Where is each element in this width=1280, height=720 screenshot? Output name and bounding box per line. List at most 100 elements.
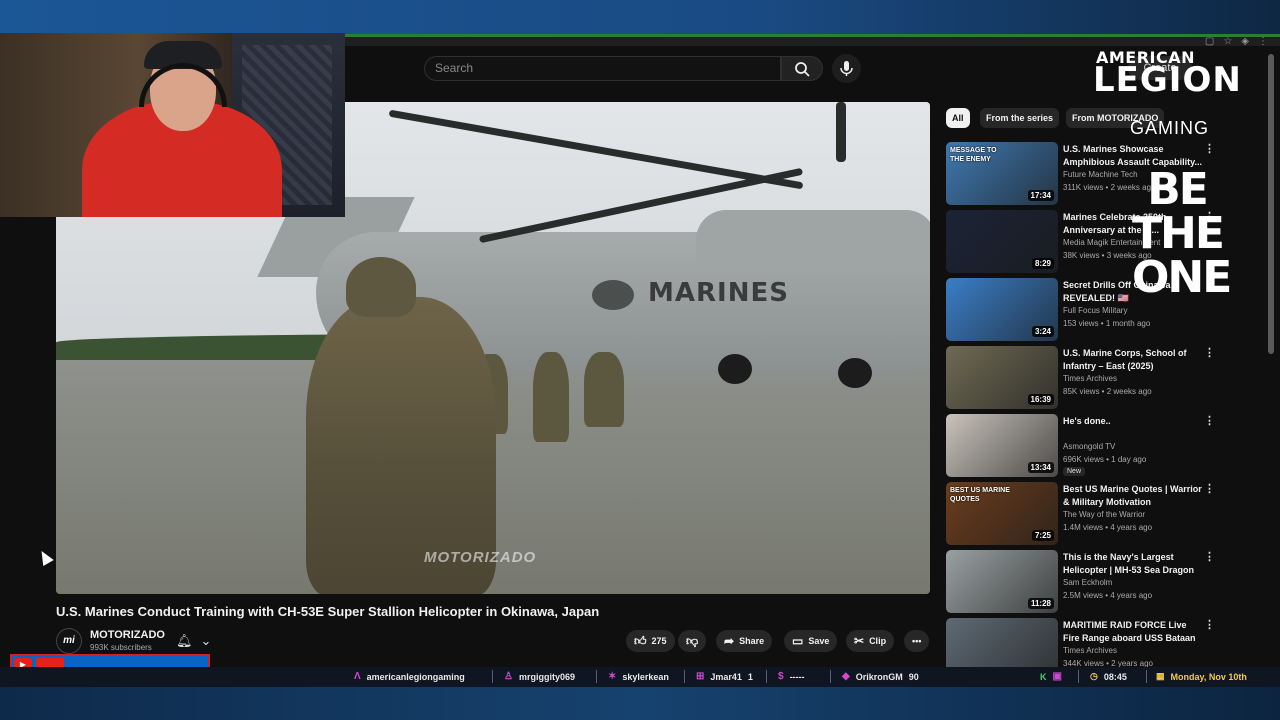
video-thumbnail[interactable] — [946, 618, 1058, 667]
recommendation-channel[interactable]: Sam Eckholm — [1063, 578, 1112, 587]
video-duration: 11:28 — [1027, 598, 1054, 609]
rotor-mast — [836, 102, 846, 162]
recommendation-title[interactable]: MARITIME RAID FORCE Live Fire Range aboa… — [1063, 619, 1203, 645]
tagline-line: THE — [1132, 208, 1225, 259]
recommendation-meta: 153 views • 1 month ago — [1063, 319, 1151, 328]
dislike-icon: 👎︎ — [686, 633, 699, 648]
kebab-icon[interactable]: ⋮ — [1204, 346, 1215, 359]
kebab-icon[interactable]: ⋮ — [1204, 414, 1215, 427]
kebab-icon[interactable]: ⋮ — [1204, 482, 1215, 495]
streambar-follower: ♙ mrgiggity069 — [504, 671, 575, 682]
recommendation-channel[interactable]: Future Machine Tech — [1063, 170, 1138, 179]
video-thumbnail[interactable]: 16:39 — [946, 346, 1058, 409]
recommendation-item[interactable]: MARITIME RAID FORCE Live Fire Range aboa… — [946, 618, 1216, 667]
recommendation-item[interactable]: 16:39 U.S. Marine Corps, School of Infant… — [946, 346, 1216, 410]
video-thumbnail[interactable]: MESSAGE TO THE ENEMY 17:34 — [946, 142, 1058, 205]
kebab-icon[interactable]: ⋮ — [1204, 142, 1215, 155]
save-button[interactable]: ▭ Save — [784, 630, 838, 652]
menu-icon[interactable]: ⋮ — [1258, 36, 1268, 47]
dollar-icon: $ — [778, 671, 784, 682]
video-duration: 17:34 — [1027, 190, 1054, 201]
video-thumbnail[interactable]: 11:28 — [946, 550, 1058, 613]
streambar-cheer-count: 90 — [908, 671, 919, 682]
brand-logo-sub: GAMING — [1130, 118, 1210, 138]
video-thumbnail[interactable]: 3:24 — [946, 278, 1058, 341]
bits-icon: ◆ — [842, 671, 850, 682]
recommendation-channel[interactable]: The Way of the Warrior — [1063, 510, 1145, 519]
video-watermark: MOTORIZADO — [424, 549, 537, 566]
tagline-line: BE — [1147, 164, 1209, 215]
streambar-divider — [684, 670, 685, 683]
share-label: Share — [739, 636, 765, 646]
notification-button[interactable]: 🔔︎ ⌄ — [176, 630, 222, 652]
recommendation-title[interactable]: Best US Marine Quotes | Warrior & Milita… — [1063, 483, 1203, 509]
streambar-divider — [766, 670, 767, 683]
recommendation-channel[interactable]: Full Focus Military — [1063, 306, 1127, 315]
roundel-marking — [592, 280, 634, 310]
sidebar-scrollbar[interactable] — [1268, 54, 1274, 354]
recommendation-channel[interactable]: Times Archives — [1063, 374, 1117, 383]
streambar-divider — [1146, 670, 1147, 683]
recommendation-title[interactable]: U.S. Marine Corps, School of Infantry – … — [1063, 347, 1203, 373]
streambar-date: ▦ Monday, Nov 10th — [1156, 671, 1247, 682]
channel-name[interactable]: MOTORIZADO — [90, 629, 165, 641]
helicopter-marking: MARINES — [648, 278, 789, 308]
video-duration: 13:34 — [1027, 462, 1054, 473]
video-duration: 7:25 — [1031, 530, 1054, 541]
bell-icon: 🔔︎ — [176, 633, 193, 648]
save-label: Save — [808, 636, 830, 646]
recommendation-item[interactable]: 13:34 He's done.. Asmongold TV 696K views •… — [946, 414, 1216, 478]
bookmark-icon[interactable]: ☆ — [1223, 36, 1232, 47]
video-thumbnail[interactable]: BEST US MARINE QUOTES 7:25 — [946, 482, 1058, 545]
streambar-divider — [596, 670, 597, 683]
recommendation-channel[interactable]: Times Archives — [1063, 646, 1117, 655]
recommendation-channel[interactable]: Asmongold TV — [1063, 442, 1115, 451]
recommendation-meta: 696K views • 1 day ago — [1063, 455, 1147, 464]
webcam-overlay — [0, 33, 345, 217]
search-button[interactable] — [781, 56, 823, 81]
mic-icon — [840, 61, 853, 76]
stream-background-top — [0, 0, 1280, 34]
voice-search-button[interactable] — [832, 54, 861, 83]
recommendation-meta: 1.4M views • 4 years ago — [1063, 523, 1153, 532]
kick-icon: K — [1040, 671, 1047, 682]
recommendation-meta: 85K views • 2 weeks ago — [1063, 387, 1152, 396]
streambar-channel: Ʌ americanlegiongaming — [354, 671, 465, 682]
share-button[interactable]: ➦ Share — [716, 630, 773, 652]
clock-icon: ◷ — [1090, 671, 1098, 681]
recommendation-item[interactable]: BEST US MARINE QUOTES 7:25 Best US Marine … — [946, 482, 1216, 546]
channel-avatar[interactable]: mi — [56, 628, 82, 654]
more-actions-button[interactable]: ••• — [904, 630, 930, 652]
video-thumbnail[interactable]: 8:29 — [946, 210, 1058, 273]
streambar-donation-value: ----- — [789, 671, 805, 682]
browser-toolbar-icons: ▢ ☆ ◈ ⋮ — [1205, 36, 1268, 47]
like-button[interactable]: 👍︎ 275 — [626, 630, 675, 652]
share-icon: ➦ — [724, 634, 735, 648]
landing-wheel — [718, 354, 752, 384]
filter-chip-all[interactable]: All — [946, 108, 970, 128]
kebab-icon[interactable]: ⋮ — [1204, 550, 1215, 563]
search-input[interactable]: Search — [424, 56, 781, 81]
recommendation-meta: 344K views • 2 years ago — [1063, 659, 1153, 667]
recommendation-title[interactable]: He's done.. — [1063, 415, 1203, 428]
dislike-button[interactable]: 👎︎ — [678, 630, 707, 652]
recommendation-title[interactable]: This is the Navy's Largest Helicopter | … — [1063, 551, 1203, 577]
save-icon: ▭ — [792, 634, 804, 648]
streambar-platform-icons: K ▣ — [1040, 671, 1062, 682]
user-icon: ♙ — [504, 671, 513, 682]
kebab-icon[interactable]: ⋮ — [1204, 618, 1215, 631]
video-thumbnail[interactable]: 13:34 — [946, 414, 1058, 477]
stream-info-bar: Ʌ americanlegiongaming ♙ mrgiggity069 ✶ … — [0, 667, 1280, 687]
extension-icon[interactable]: ▢ — [1205, 36, 1214, 47]
search-icon — [795, 62, 810, 77]
filter-chip-series[interactable]: From the series — [980, 108, 1060, 128]
video-duration: 16:39 — [1027, 394, 1054, 405]
shield-icon[interactable]: ◈ — [1241, 36, 1249, 47]
streambar-divider — [830, 670, 831, 683]
streambar-time: 08:45 — [1103, 671, 1127, 682]
recommendation-item[interactable]: 11:28 This is the Navy's Largest Helicopt… — [946, 550, 1216, 614]
new-badge: New — [1063, 467, 1086, 476]
clip-button[interactable]: ✂ Clip — [846, 630, 895, 652]
calendar-icon: ▦ — [1156, 671, 1165, 681]
like-icon: 👍︎ — [634, 633, 647, 648]
